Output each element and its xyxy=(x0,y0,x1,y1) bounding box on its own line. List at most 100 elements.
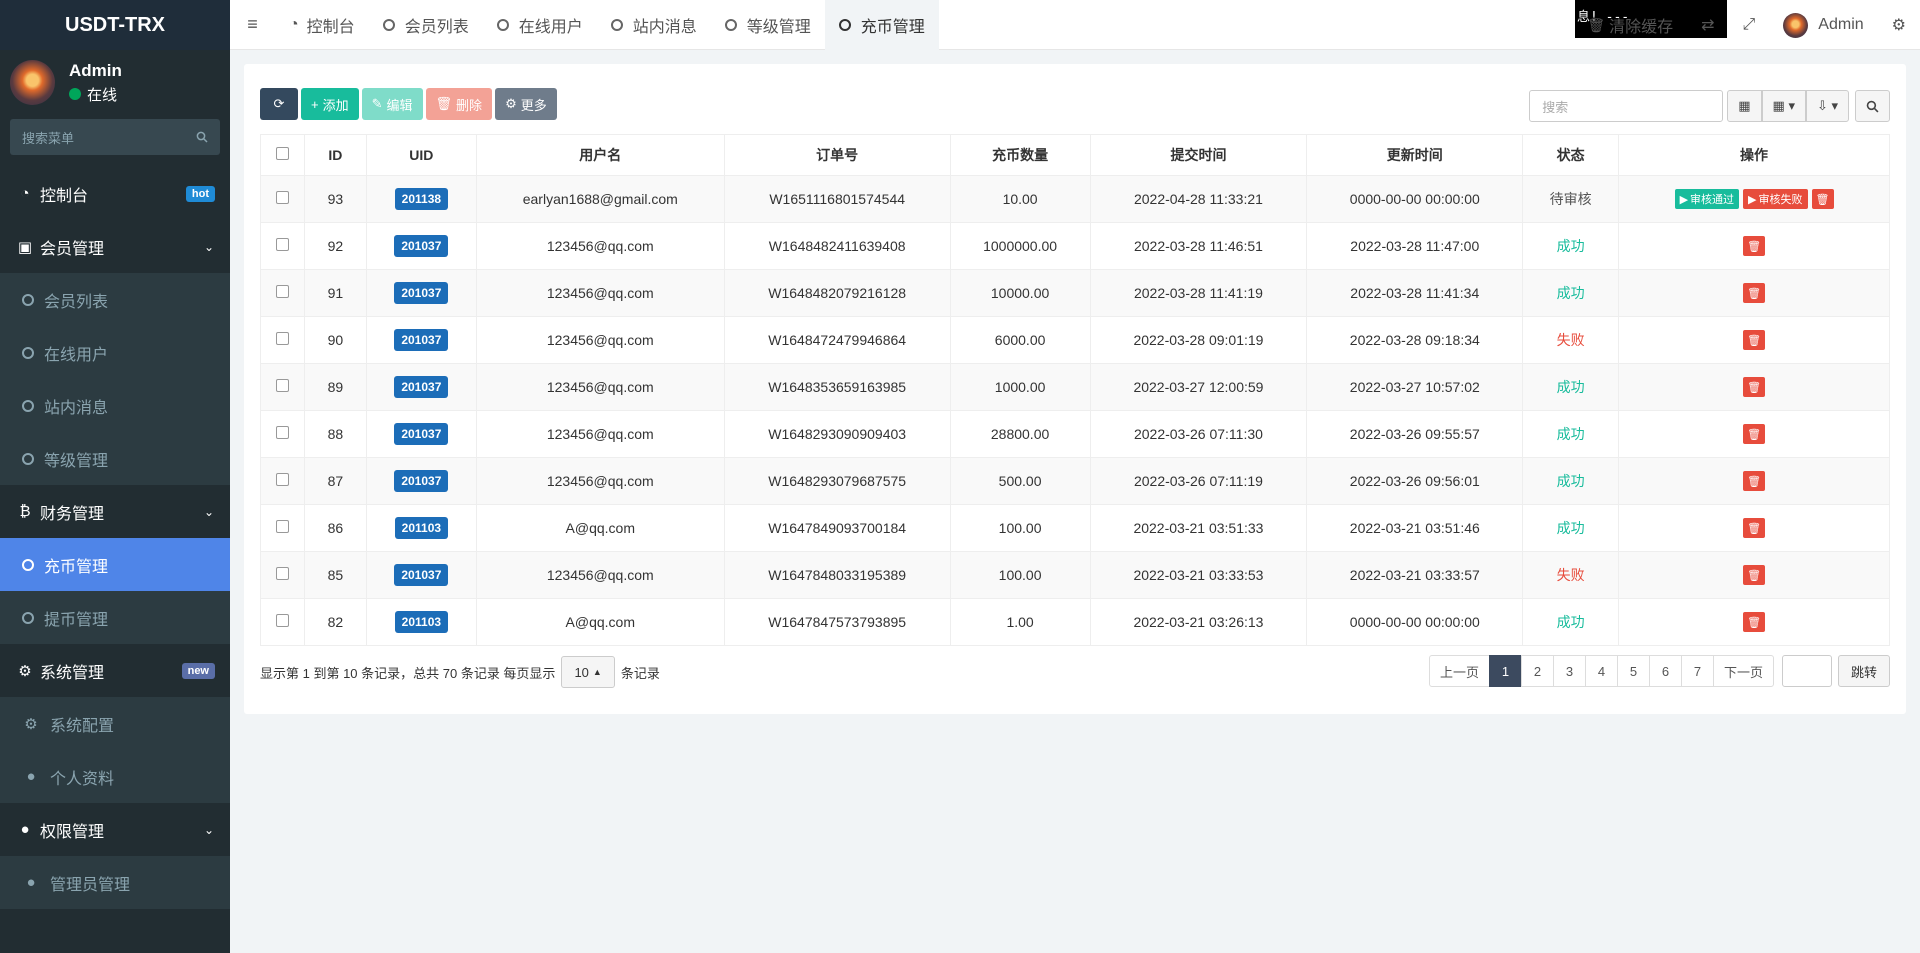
next-page-button[interactable]: 下一页 xyxy=(1712,655,1774,687)
sidebar-item-level-management[interactable]: 等级管理 xyxy=(0,432,230,485)
sidebar-item-permission-management[interactable]: ● 权限管理 ⌄ xyxy=(0,803,230,856)
tab-level-management[interactable]: 等级管理 xyxy=(711,0,825,50)
row-checkbox-cell[interactable] xyxy=(260,222,305,270)
admin-menu[interactable]: Admin xyxy=(1769,12,1877,38)
table-row[interactable]: 90 201037 123456@qq.com W1648472479946864 60… xyxy=(260,316,1890,364)
page-button[interactable]: 5 xyxy=(1616,655,1650,687)
table-row[interactable]: 92 201037 123456@qq.com W1648482411639408 10… xyxy=(260,222,1890,270)
checkbox[interactable] xyxy=(275,191,289,204)
clear-cache-button[interactable]: 🗑 清除缓存 xyxy=(1573,13,1687,37)
uid-badge[interactable]: 201037 xyxy=(394,282,449,304)
checkbox[interactable] xyxy=(275,520,289,533)
language-icon[interactable]: ⇄ xyxy=(1687,15,1728,35)
uid-badge[interactable]: 201037 xyxy=(394,423,449,445)
columns-button[interactable]: ▦ ▾ xyxy=(1761,90,1806,122)
sidebar-item-member-management[interactable]: ▣ 会员管理 ⌄ xyxy=(0,220,230,273)
col-username[interactable]: 用户名 xyxy=(475,134,725,176)
table-row[interactable]: 86 201103 A@qq.com W1647849093700184 100.00 2… xyxy=(260,504,1890,552)
delete-button[interactable]: 🗑 删除 xyxy=(425,88,493,120)
sidebar-item-member-list[interactable]: 会员列表 xyxy=(0,273,230,326)
delete-row-button[interactable]: 🗑 xyxy=(1743,283,1766,303)
col-update-time[interactable]: 更新时间 xyxy=(1306,134,1524,176)
row-checkbox-cell[interactable] xyxy=(260,316,305,364)
col-amount[interactable]: 充币数量 xyxy=(949,134,1091,176)
delete-row-button[interactable]: 🗑 xyxy=(1811,189,1834,209)
table-row[interactable]: 85 201037 123456@qq.com W1647848033195389 10… xyxy=(260,551,1890,599)
refresh-button[interactable]: ⟳ xyxy=(260,88,298,120)
uid-badge[interactable]: 201138 xyxy=(394,188,449,210)
page-button[interactable]: 3 xyxy=(1552,655,1586,687)
sidebar-item-profile[interactable]: ● 个人资料 xyxy=(0,750,230,803)
row-checkbox-cell[interactable] xyxy=(260,410,305,458)
col-submit-time[interactable]: 提交时间 xyxy=(1089,134,1308,176)
settings-gear-icon[interactable]: ⚙ xyxy=(1878,15,1920,35)
sidebar-item-admin-management[interactable]: ● 管理员管理 xyxy=(0,856,230,909)
tab-site-messages[interactable]: 站内消息 xyxy=(597,0,711,50)
checkbox[interactable] xyxy=(275,379,289,392)
delete-row-button[interactable]: 🗑 xyxy=(1743,612,1766,632)
row-checkbox-cell[interactable] xyxy=(260,551,305,599)
table-row[interactable]: 93 201138 earlyan1688@gmail.com W1651116801… xyxy=(260,175,1890,223)
checkbox[interactable] xyxy=(275,614,289,627)
tab-deposit-management[interactable]: 充币管理 xyxy=(824,0,939,50)
jump-page-input[interactable] xyxy=(1781,655,1832,687)
uid-badge[interactable]: 201103 xyxy=(394,611,449,633)
page-button[interactable]: 2 xyxy=(1520,655,1554,687)
uid-badge[interactable]: 201037 xyxy=(394,329,449,351)
tab-dashboard[interactable]: ◔ 控制台 xyxy=(275,0,369,50)
checkbox[interactable] xyxy=(275,147,289,160)
uid-badge[interactable]: 201037 xyxy=(394,564,449,586)
jump-button[interactable]: 跳转 xyxy=(1837,655,1890,687)
row-checkbox-cell[interactable] xyxy=(260,363,305,411)
uid-badge[interactable]: 201037 xyxy=(394,470,449,492)
sidebar-item-deposit-management[interactable]: 充币管理 xyxy=(0,538,230,591)
uid-badge[interactable]: 201037 xyxy=(394,235,449,257)
table-row[interactable]: 89 201037 123456@qq.com W1648353659163985 10… xyxy=(260,363,1890,411)
fullscreen-icon[interactable]: ⤢ xyxy=(1728,16,1769,34)
delete-row-button[interactable]: 🗑 xyxy=(1743,471,1766,491)
row-checkbox-cell[interactable] xyxy=(260,457,305,505)
checkbox[interactable] xyxy=(275,426,289,439)
table-row[interactable]: 82 201103 A@qq.com W1647847573793895 1.00 202… xyxy=(260,598,1890,646)
select-all-checkbox-cell[interactable] xyxy=(260,134,305,176)
row-checkbox-cell[interactable] xyxy=(260,598,305,646)
edit-button[interactable]: ✎ 编辑 xyxy=(361,88,423,120)
page-button[interactable]: 7 xyxy=(1680,655,1714,687)
checkbox[interactable] xyxy=(275,332,289,345)
sidebar-item-system-config[interactable]: ⚙ 系统配置 xyxy=(0,697,230,750)
sidebar-item-finance-management[interactable]: ₿ 财务管理 ⌄ xyxy=(0,485,230,538)
prev-page-button[interactable]: 上一页 xyxy=(1428,655,1490,687)
delete-row-button[interactable]: 🗑 xyxy=(1743,330,1766,350)
page-button[interactable]: 1 xyxy=(1488,655,1522,687)
col-uid[interactable]: UID xyxy=(365,134,477,176)
delete-row-button[interactable]: 🗑 xyxy=(1743,518,1766,538)
checkbox[interactable] xyxy=(275,285,289,298)
add-button[interactable]: + 添加 xyxy=(301,88,359,120)
export-button[interactable]: ⇩ ▾ xyxy=(1805,90,1849,122)
tab-online-users[interactable]: 在线用户 xyxy=(483,0,597,50)
table-row[interactable]: 88 201037 123456@qq.com W1648293090909403 28… xyxy=(260,410,1890,458)
menu-toggle-icon[interactable]: ≡ xyxy=(230,14,275,35)
uid-badge[interactable]: 201103 xyxy=(394,517,449,539)
menu-search-input[interactable]: 搜索菜单 xyxy=(10,119,220,155)
sidebar-item-system-management[interactable]: ⚙ 系统管理 new xyxy=(0,644,230,697)
row-checkbox-cell[interactable] xyxy=(260,504,305,552)
sidebar-item-site-messages[interactable]: 站内消息 xyxy=(0,379,230,432)
reject-button[interactable]: ▶ 审核失败 xyxy=(1743,189,1808,209)
delete-row-button[interactable]: 🗑 xyxy=(1743,424,1766,444)
checkbox[interactable] xyxy=(275,238,289,251)
row-checkbox-cell[interactable] xyxy=(260,175,305,223)
page-button[interactable]: 4 xyxy=(1584,655,1618,687)
checkbox[interactable] xyxy=(275,473,289,486)
sidebar-item-dashboard[interactable]: ◔ 控制台 hot xyxy=(0,167,230,220)
toggle-view-button[interactable]: ▦ xyxy=(1727,90,1762,122)
table-row[interactable]: 87 201037 123456@qq.com W1648293079687575 50… xyxy=(260,457,1890,505)
row-checkbox-cell[interactable] xyxy=(260,269,305,317)
brand-logo[interactable]: USDT-TRX xyxy=(0,0,230,50)
col-status[interactable]: 状态 xyxy=(1522,134,1620,176)
sidebar-item-online-users[interactable]: 在线用户 xyxy=(0,326,230,379)
table-search-input[interactable]: 搜索 xyxy=(1529,90,1724,122)
col-order[interactable]: 订单号 xyxy=(723,134,951,176)
advanced-search-button[interactable] xyxy=(1855,90,1890,122)
more-button[interactable]: ⚙ 更多 xyxy=(495,88,557,120)
